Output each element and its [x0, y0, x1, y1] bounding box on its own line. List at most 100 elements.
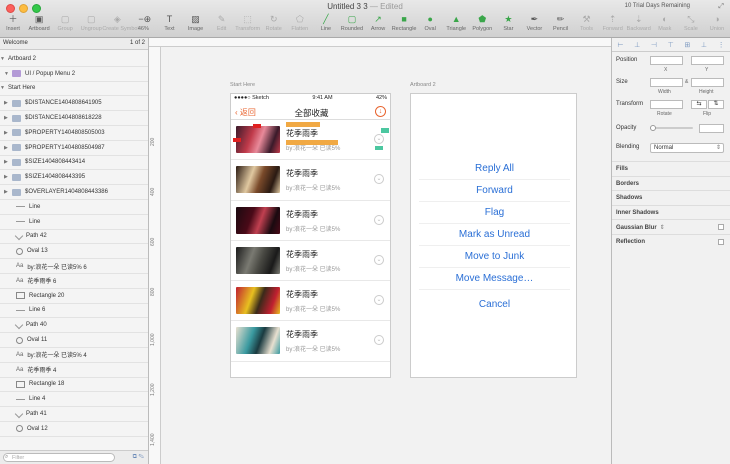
layer-item[interactable]: Oval 12 [0, 422, 148, 437]
layer-item[interactable]: Aa 花季雨季 4 [0, 363, 148, 378]
disclosure-triangle-icon[interactable]: ▶ [4, 189, 10, 195]
layer-item[interactable]: Oval 13 [0, 244, 148, 260]
disclosure-triangle-icon[interactable]: ▶ [4, 174, 10, 180]
opacity-label: Opacity [616, 125, 637, 131]
rotate-field[interactable] [650, 100, 683, 109]
canvas[interactable]: 200 400 600 800 1,000 1,200 1,400 Start Here A… [149, 38, 611, 464]
align-left-icon[interactable]: ⊢ [617, 41, 623, 49]
disclosure-triangle-icon[interactable]: ▼ [0, 85, 6, 91]
download-icon[interactable]: ↓ [375, 106, 386, 117]
list-item[interactable]: 花季雨季 by:浪花一朵 已读5% ⌄ [231, 120, 390, 161]
list-item[interactable]: 花季雨季 by:浪花一朵 已读5% ⌄ [231, 321, 390, 362]
section-fills[interactable]: Fills [612, 161, 730, 176]
layer-item[interactable]: Line 4 [0, 392, 148, 408]
disclosure-triangle-icon[interactable]: ▶ [4, 159, 10, 165]
disclosure-triangle-icon[interactable]: ▶ [4, 145, 10, 151]
distance-overlay [375, 146, 383, 150]
layer-item[interactable]: Aa by:浪花一朵 已读5% 6 [0, 259, 148, 274]
align-center-icon[interactable]: ⊥ [634, 41, 640, 49]
layer-item[interactable]: Aa 花季雨季 6 [0, 274, 148, 289]
layer-item[interactable]: Path 41 [0, 407, 148, 422]
section-borders[interactable]: Borders [612, 175, 730, 191]
menu-item-forward[interactable]: Forward [419, 180, 570, 202]
filter-input[interactable]: Filter [3, 453, 115, 462]
align-right-icon[interactable]: ⊣ [651, 41, 657, 49]
align-top-icon[interactable]: ⊤ [668, 41, 674, 49]
distribute-icon[interactable]: ⋮ [718, 41, 725, 49]
disclosure-triangle-icon[interactable]: ▶ [4, 130, 10, 136]
artboard-2[interactable]: Reply All Forward Flag Mark as Unread Move t… [410, 93, 577, 378]
layer-item[interactable]: Oval 11 [0, 333, 148, 348]
y-field[interactable] [691, 56, 724, 65]
disclosure-triangle-icon[interactable]: ▶ [4, 115, 10, 121]
list-item[interactable]: 花季雨季 by:浪花一朵 已读5% ⌄ [231, 241, 390, 282]
artboard-start-here[interactable]: ●●●●○ Sketch 9:41 AM 42% ‹ 返回 全部收藏 ↓ 花季雨… [230, 93, 391, 378]
align-bottom-icon[interactable]: ⊥ [701, 41, 707, 49]
enable-checkbox[interactable] [718, 224, 724, 230]
layer-item[interactable]: Line 6 [0, 304, 148, 319]
height-field[interactable] [691, 78, 724, 87]
layer-item[interactable]: ▶ $SIZE1404808443414 [0, 156, 148, 171]
disclosure-triangle-icon[interactable]: ▶ [4, 100, 10, 106]
layer-name: 花季雨季 6 [27, 279, 57, 286]
menu-item-move-message[interactable]: Move Message… [419, 268, 570, 290]
add-page-icon[interactable]: ⧉ ✎ [133, 454, 144, 461]
layer-item[interactable]: ▶ $DISTANCE1404808641905 [0, 96, 148, 112]
chevron-down-icon[interactable]: ⌄ [374, 335, 384, 346]
layer-item[interactable]: ▼ UI / Popup Menu 2 [0, 67, 148, 82]
chevron-down-icon[interactable]: ⌄ [374, 174, 384, 185]
artboard-label-artboard-2[interactable]: Artboard 2 [410, 82, 436, 88]
chevron-down-icon[interactable]: ⌄ [374, 295, 384, 306]
opacity-slider[interactable] [650, 127, 693, 129]
section-reflection[interactable]: Reflection [612, 233, 730, 249]
flip-horizontal-icon[interactable]: ⇆ [691, 100, 707, 109]
layer-item[interactable]: ▶ $DISTANCE1404808618228 [0, 111, 148, 126]
list-item[interactable]: 花季雨季 by:浪花一朵 已读5% ⌄ [231, 281, 390, 322]
inspector-panel: ⊢ ⊥ ⊣ ⊤ ⊞ ⊥ ⋮ Position X Y Size & Width … [611, 38, 730, 464]
layer-item[interactable]: ▶ $SIZE1404808443395 [0, 170, 148, 186]
layer-item[interactable]: ▼ Artboard 2 [0, 52, 148, 67]
menu-item-move-to-junk[interactable]: Move to Junk [419, 246, 570, 268]
disclosure-triangle-icon[interactable]: ▼ [4, 71, 10, 77]
layer-item[interactable]: Rectangle 20 [0, 289, 148, 304]
ruler-mark: 1,200 [150, 383, 156, 396]
toolbar-button-union[interactable]: ◑ Union [702, 14, 730, 36]
layer-item[interactable]: ▶ $PROPERTY1404808505003 [0, 126, 148, 141]
dropdown-icon[interactable]: ⇕ [660, 225, 665, 231]
width-field[interactable] [650, 78, 683, 87]
layer-item[interactable]: Path 40 [0, 318, 148, 334]
chevron-down-icon[interactable]: ⌄ [374, 254, 384, 265]
menu-item-reply-all[interactable]: Reply All [419, 158, 570, 180]
opacity-field[interactable] [699, 124, 724, 133]
layer-item[interactable]: ▶ $PROPERTY1404808504987 [0, 141, 148, 156]
disclosure-triangle-icon[interactable]: ▼ [0, 56, 6, 62]
enable-checkbox[interactable] [718, 238, 724, 245]
layer-item[interactable]: ▼ Start Here [0, 82, 148, 97]
chevron-down-icon[interactable]: ⌄ [374, 214, 384, 225]
section-inner-shadows[interactable]: Inner Shadows [612, 204, 730, 220]
layer-item[interactable]: Line [0, 215, 148, 230]
chevron-down-icon[interactable]: ⌄ [374, 134, 384, 144]
page-selector[interactable]: Welcome 1 of 2 [0, 38, 148, 50]
section-shadows[interactable]: Shadows [612, 190, 730, 205]
section-gaussian-blur[interactable]: Gaussian Blur ⇕ [612, 219, 730, 234]
layer-item[interactable]: Aa by:浪花一朵 已读5% 4 [0, 348, 148, 363]
size-label: Size [616, 79, 628, 85]
artboard-label-start-here[interactable]: Start Here [230, 82, 255, 88]
opacity-slider-knob[interactable] [650, 125, 656, 131]
cancel-button[interactable]: Cancel [419, 294, 570, 316]
lock-ratio-icon[interactable]: & [685, 79, 688, 85]
flip-vertical-icon[interactable]: ⇅ [708, 100, 724, 109]
list-item[interactable]: 花季雨季 by:浪花一朵 已读5% ⌄ [231, 201, 390, 241]
menu-item-flag[interactable]: Flag [419, 202, 570, 224]
layer-item[interactable]: Rectangle 18 [0, 378, 148, 393]
x-field[interactable] [650, 56, 683, 65]
list-item[interactable]: 花季雨季 by:浪花一朵 已读5% ⌄ [231, 160, 390, 201]
menu-item-mark-as-unread[interactable]: Mark as Unread [419, 224, 570, 246]
align-middle-icon[interactable]: ⊞ [684, 41, 690, 49]
layer-item[interactable]: ▶ $OVERLAYER1404808443386 [0, 185, 148, 200]
blending-select[interactable]: Normal [650, 143, 724, 153]
layer-item[interactable]: Path 42 [0, 230, 148, 245]
layer-item[interactable]: Line [0, 200, 148, 215]
fullscreen-icon[interactable]: ⤢ [718, 3, 724, 11]
